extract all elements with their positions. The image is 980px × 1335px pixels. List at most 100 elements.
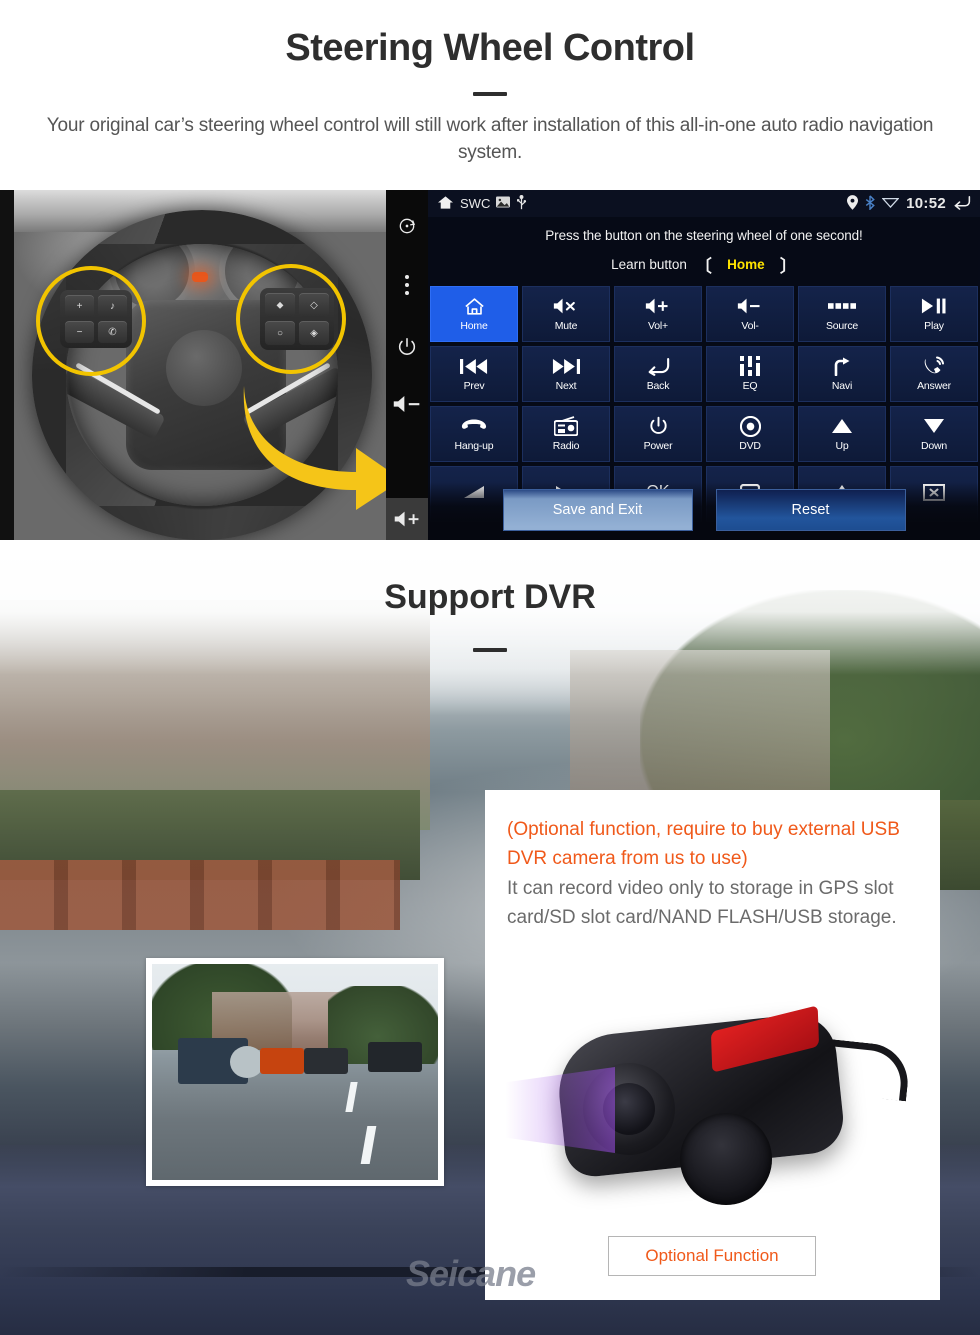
swc-button-mute[interactable]: Mute — [522, 286, 610, 342]
swc-button-down[interactable]: Down — [890, 406, 978, 462]
swc-button-back[interactable]: Back — [614, 346, 702, 402]
disc-icon — [739, 415, 761, 437]
source-icon — [828, 296, 856, 316]
swc-button-label: Vol- — [741, 320, 759, 332]
highlight-circle-left — [36, 266, 146, 376]
android-status-bar: SWC 10:52 — [428, 190, 980, 217]
steering-wheel-control-header: Steering Wheel Control Your original car… — [0, 0, 980, 190]
volume-down-icon[interactable] — [392, 394, 422, 414]
status-app-label: SWC — [460, 196, 491, 211]
bluetooth-icon — [865, 194, 875, 213]
swc-button-label: Back — [646, 380, 670, 392]
swc-button-prev[interactable]: Prev — [430, 346, 518, 402]
learn-prompt-text: Press the button on the steering wheel o… — [545, 228, 863, 243]
product-feature-page: Steering Wheel Control Your original car… — [0, 0, 980, 1335]
steering-wheel-and-radio-band: + ♪ − ✆ ⬥ ◇ ○ ◈ SWC 10:52 Press the butt… — [0, 190, 980, 540]
home-icon[interactable] — [437, 195, 454, 213]
swc-button-navi[interactable]: Navi — [798, 346, 886, 402]
title-divider — [473, 91, 507, 96]
radio-action-bar: Save and Exit Reset — [428, 489, 980, 533]
swc-button-label: EQ — [742, 380, 758, 392]
radio-touchscreen[interactable]: SWC 10:52 Press the button on the steeri… — [428, 190, 980, 540]
swc-button-power[interactable]: Power — [614, 406, 702, 462]
preview-lane-marking — [360, 1126, 377, 1164]
swc-button-source[interactable]: Source — [798, 286, 886, 342]
swc-button-label: Play — [924, 320, 944, 332]
swc-button-label: Down — [920, 440, 948, 452]
power-icon — [648, 416, 669, 436]
back-arrow-icon[interactable] — [953, 195, 971, 213]
preview-lane-marking — [345, 1082, 358, 1112]
mute-icon — [553, 296, 579, 316]
steering-wheel-photo: + ♪ − ✆ ⬥ ◇ ○ ◈ — [14, 190, 386, 540]
usb-icon — [516, 194, 527, 213]
swc-button-label: Mute — [554, 320, 578, 332]
wifi-icon — [881, 196, 900, 211]
swc-button-play[interactable]: Play — [890, 286, 978, 342]
save-and-exit-button[interactable]: Save and Exit — [502, 489, 693, 531]
next-track-icon — [552, 356, 580, 376]
dvr-video-preview-frame — [146, 958, 444, 1186]
lens-light-beam — [505, 1067, 615, 1153]
curved-arrow-icon — [236, 380, 386, 510]
swc-button-next[interactable]: Next — [522, 346, 610, 402]
swc-button-label: DVD — [739, 440, 761, 452]
swc-button-label: Home — [460, 320, 488, 332]
rotate-icon[interactable] — [397, 216, 417, 236]
swc-button-label: Radio — [552, 440, 580, 452]
page-subtitle: Your original car’s steering wheel contr… — [46, 114, 934, 164]
preview-spare-wheel — [230, 1046, 264, 1078]
camera-speaker — [680, 1113, 772, 1205]
arrow-up-icon — [831, 416, 853, 436]
highlight-circle-right — [236, 264, 346, 374]
radio-icon — [554, 416, 578, 436]
swc-button-vol-up[interactable]: Vol+ — [614, 286, 702, 342]
home-icon — [464, 296, 485, 316]
swc-button-up[interactable]: Up — [798, 406, 886, 462]
volume-up-icon — [645, 296, 671, 316]
car-radio-unit: SWC 10:52 Press the button on the steeri… — [386, 190, 980, 540]
swc-button-dvd[interactable]: DVD — [706, 406, 794, 462]
dvr-title-divider — [473, 648, 507, 652]
back-arrow-icon — [646, 356, 670, 376]
volume-down-icon — [737, 296, 763, 316]
previous-track-icon — [460, 356, 488, 376]
usb-dvr-camera-photo — [505, 995, 912, 1210]
equalizer-icon — [739, 356, 761, 376]
swc-button-label: Hang-up — [454, 440, 494, 452]
swc-button-label: Source — [825, 320, 859, 332]
bracket-close: 〕 — [779, 257, 797, 276]
swc-button-label: Vol+ — [648, 320, 668, 332]
swc-button-hang-up[interactable]: Hang-up — [430, 406, 518, 462]
swc-button-label: Next — [555, 380, 577, 392]
swc-button-label: Answer — [917, 380, 951, 392]
swc-button-answer[interactable]: Answer — [890, 346, 978, 402]
brick-wall-left — [0, 860, 400, 930]
clock: 10:52 — [906, 195, 946, 212]
swc-button-label: Navi — [831, 380, 853, 392]
swc-button-home[interactable]: Home — [430, 286, 518, 342]
swc-button-radio[interactable]: Radio — [522, 406, 610, 462]
radio-side-button-column — [386, 190, 428, 540]
hang-up-icon — [461, 416, 487, 436]
learn-button-value: Home — [727, 257, 765, 272]
reset-button[interactable]: Reset — [715, 489, 906, 531]
more-menu-icon[interactable] — [404, 274, 410, 296]
page-title: Steering Wheel Control — [285, 27, 695, 69]
navigation-turn-icon — [832, 356, 852, 376]
dvr-optional-note: (Optional function, require to buy exter… — [507, 819, 900, 869]
power-icon[interactable] — [396, 336, 418, 358]
picture-icon — [496, 196, 511, 211]
arrow-down-icon — [923, 416, 945, 436]
optional-function-badge[interactable]: Optional Function — [608, 1236, 816, 1276]
location-pin-icon — [847, 194, 859, 213]
swc-button-label: Up — [835, 440, 849, 452]
answer-call-icon — [923, 356, 945, 376]
swc-button-eq[interactable]: EQ — [706, 346, 794, 402]
play-pause-icon — [921, 296, 947, 316]
volume-up-icon[interactable] — [386, 498, 428, 540]
dvr-video-preview-image — [152, 964, 438, 1180]
swc-button-vol-down[interactable]: Vol- — [706, 286, 794, 342]
dvr-section-title: Support DVR — [384, 578, 596, 616]
swc-button-label: Prev — [463, 380, 485, 392]
